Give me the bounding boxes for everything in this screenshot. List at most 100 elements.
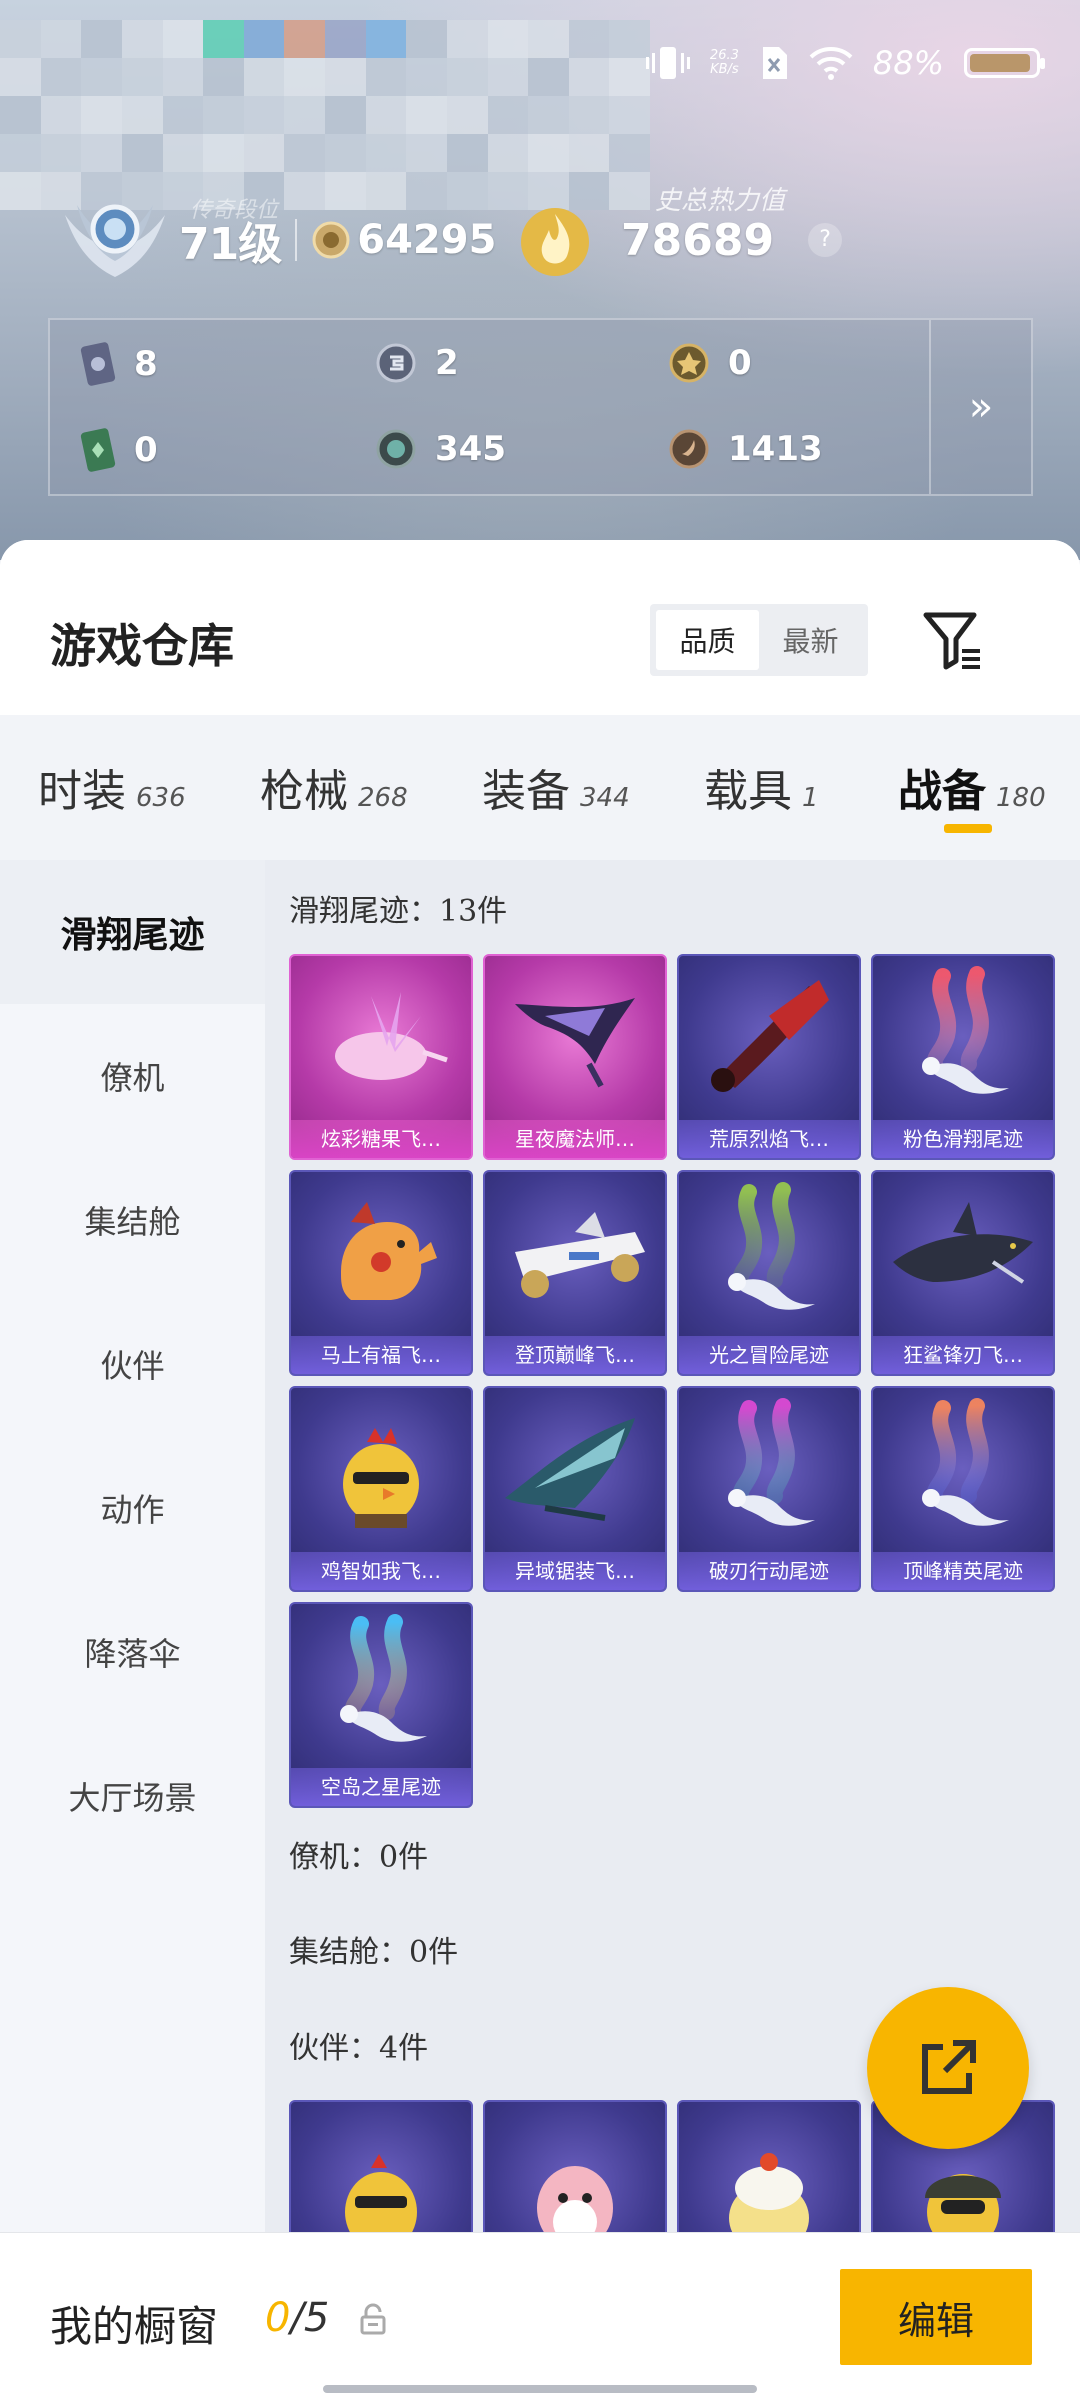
category-tabs: 时装 636 枪械 268 装备 344 载具 1 战备 180 (0, 715, 1080, 860)
wifi-icon (809, 47, 853, 80)
network-speed: 26.3 KB/s (709, 48, 739, 77)
item-art (515, 1212, 645, 1298)
coin-icon (312, 221, 350, 259)
item-art (335, 992, 448, 1080)
resource-item[interactable]: 2 (375, 342, 459, 384)
showcase-count: 0/5 (265, 2295, 330, 2341)
item-grid-area: 滑翔尾迹：13件 僚机：0件 集结舱：0件 伙伴：4件 炫彩糖果飞… 星夜魔法师…… (265, 860, 1080, 2400)
teal-orb-icon (376, 429, 416, 469)
item-art (340, 1614, 427, 1742)
rank-badge-icon[interactable] (55, 195, 175, 285)
coin-balance: 64295 (357, 217, 497, 263)
card-label: 荒原烈焰飞… (679, 1120, 859, 1158)
vibrate-icon (645, 47, 690, 79)
side-item-glide-trail[interactable]: 滑翔尾迹 (0, 860, 265, 1004)
section-title-wingman: 僚机：0件 (289, 1840, 429, 1875)
green-card-icon (80, 428, 116, 472)
glide-trail-card[interactable]: 鸡智如我飞… (289, 1386, 473, 1592)
bronze-coin-icon (669, 429, 709, 469)
warehouse-header: 游戏仓库 品质 最新 (0, 540, 1080, 715)
home-indicator (323, 2385, 757, 2393)
silver-coin-icon (376, 343, 416, 383)
side-item-rally-pod[interactable]: 集结舱 (0, 1148, 265, 1292)
glide-trail-card[interactable]: 空岛之星尾迹 (289, 1602, 473, 1808)
glide-trail-card[interactable]: 顶峰精英尾迹 (871, 1386, 1055, 1592)
resource-item[interactable]: 345 (375, 428, 506, 470)
side-item-emote[interactable]: 动作 (0, 1436, 265, 1580)
card-label: 狂鲨锋刃飞… (873, 1336, 1053, 1374)
flame-badge-icon (521, 208, 589, 276)
item-art (343, 1428, 419, 1528)
tab-fashion[interactable]: 时装 636 (38, 755, 186, 819)
tab-weapons[interactable]: 枪械 268 (260, 755, 408, 819)
item-art (922, 966, 1009, 1094)
glide-trail-card[interactable]: 炫彩糖果飞… (289, 954, 473, 1160)
tab-equipment[interactable]: 装备 344 (482, 755, 630, 819)
tab-vehicles[interactable]: 载具 1 (704, 755, 819, 819)
resource-item[interactable]: 0 (80, 428, 158, 472)
card-label: 异域锯装飞… (485, 1552, 665, 1590)
glide-trail-card[interactable]: 登顶巅峰飞… (483, 1170, 667, 1376)
glide-trail-card[interactable]: 狂鲨锋刃飞… (871, 1170, 1055, 1376)
heat-value: 78689 (621, 214, 775, 266)
glide-trail-card[interactable]: 破刃行动尾迹 (677, 1386, 861, 1592)
edit-button[interactable]: 编辑 (840, 2269, 1032, 2365)
player-level: 71级 (179, 219, 282, 270)
side-item-parachute[interactable]: 降落伞 (0, 1580, 265, 1724)
resource-item[interactable]: 8 (80, 342, 158, 386)
help-icon[interactable]: ? (808, 223, 843, 257)
item-art (341, 1202, 437, 1300)
glide-trail-card[interactable]: 荒原烈焰飞… (677, 954, 861, 1160)
card-label: 粉色滑翔尾迹 (873, 1120, 1053, 1158)
glide-trail-card[interactable]: 光之冒险尾迹 (677, 1170, 861, 1376)
section-title-pod: 集结舱：0件 (289, 1935, 459, 1970)
card-label: 登顶巅峰飞… (485, 1336, 665, 1374)
glide-trail-card[interactable]: 星夜魔法师… (483, 954, 667, 1160)
resource-panel: 8 2 0 0 345 1413 » (48, 318, 1033, 496)
side-item-wingman[interactable]: 僚机 (0, 1004, 265, 1148)
sim-off-icon (762, 47, 787, 79)
side-item-lobby-scene[interactable]: 大厅场景 (0, 1724, 265, 1868)
divider (295, 219, 298, 261)
glide-trail-card[interactable]: 马上有福飞… (289, 1170, 473, 1376)
card-label: 破刃行动尾迹 (679, 1552, 859, 1590)
glide-trail-card[interactable]: 异域锯装飞… (483, 1386, 667, 1592)
item-art (893, 1202, 1033, 1284)
profile-header: 26.3 KB/s 88% 传奇段位 史总热力值 71级 64295 78689 … (0, 0, 1080, 560)
lock-icon (360, 2303, 386, 2335)
card-label: 空岛之星尾迹 (291, 1768, 471, 1806)
status-bar: 26.3 KB/s 88% (645, 38, 1045, 88)
sort-by-quality[interactable]: 品质 (656, 610, 759, 670)
page-title: 游戏仓库 (50, 619, 234, 673)
tab-battle-prep[interactable]: 战备 180 (898, 755, 1046, 819)
card-label: 顶峰精英尾迹 (873, 1552, 1053, 1590)
active-tab-indicator (944, 824, 992, 833)
card-label: 星夜魔法师… (485, 1120, 665, 1158)
glide-trail-card[interactable]: 粉色滑翔尾迹 (871, 954, 1055, 1160)
item-art (922, 1398, 1009, 1526)
gold-coin-icon (669, 343, 709, 383)
card-label: 光之冒险尾迹 (679, 1336, 859, 1374)
showcase-title: 我的橱窗 (50, 2302, 219, 2351)
heat-value-row: 78689 ? (515, 200, 843, 280)
resource-item[interactable]: 0 (668, 342, 752, 384)
card-label: 炫彩糖果飞… (291, 1120, 471, 1158)
card-label: 马上有福飞… (291, 1336, 471, 1374)
resources-more-button[interactable]: » (929, 320, 1031, 494)
share-icon (922, 2040, 976, 2094)
item-art (505, 1418, 635, 1521)
showcase-bar: 我的橱窗 0/5 编辑 (0, 2232, 1080, 2401)
sort-toggle: 品质 最新 (650, 604, 868, 676)
resource-item[interactable]: 1413 (668, 428, 823, 470)
item-art (711, 980, 829, 1092)
sort-by-newest[interactable]: 最新 (759, 610, 862, 670)
battery-percent: 88% (872, 44, 944, 82)
battery-icon (964, 48, 1045, 78)
item-art (728, 1398, 815, 1526)
filter-icon[interactable] (918, 605, 988, 675)
side-item-partner[interactable]: 伙伴 (0, 1292, 265, 1436)
blurred-account-info (0, 20, 650, 210)
side-nav: 滑翔尾迹 僚机 集结舱 伙伴 动作 降落伞 大厅场景 (0, 860, 265, 2400)
share-button[interactable] (867, 1987, 1029, 2149)
card-icon (80, 342, 116, 386)
